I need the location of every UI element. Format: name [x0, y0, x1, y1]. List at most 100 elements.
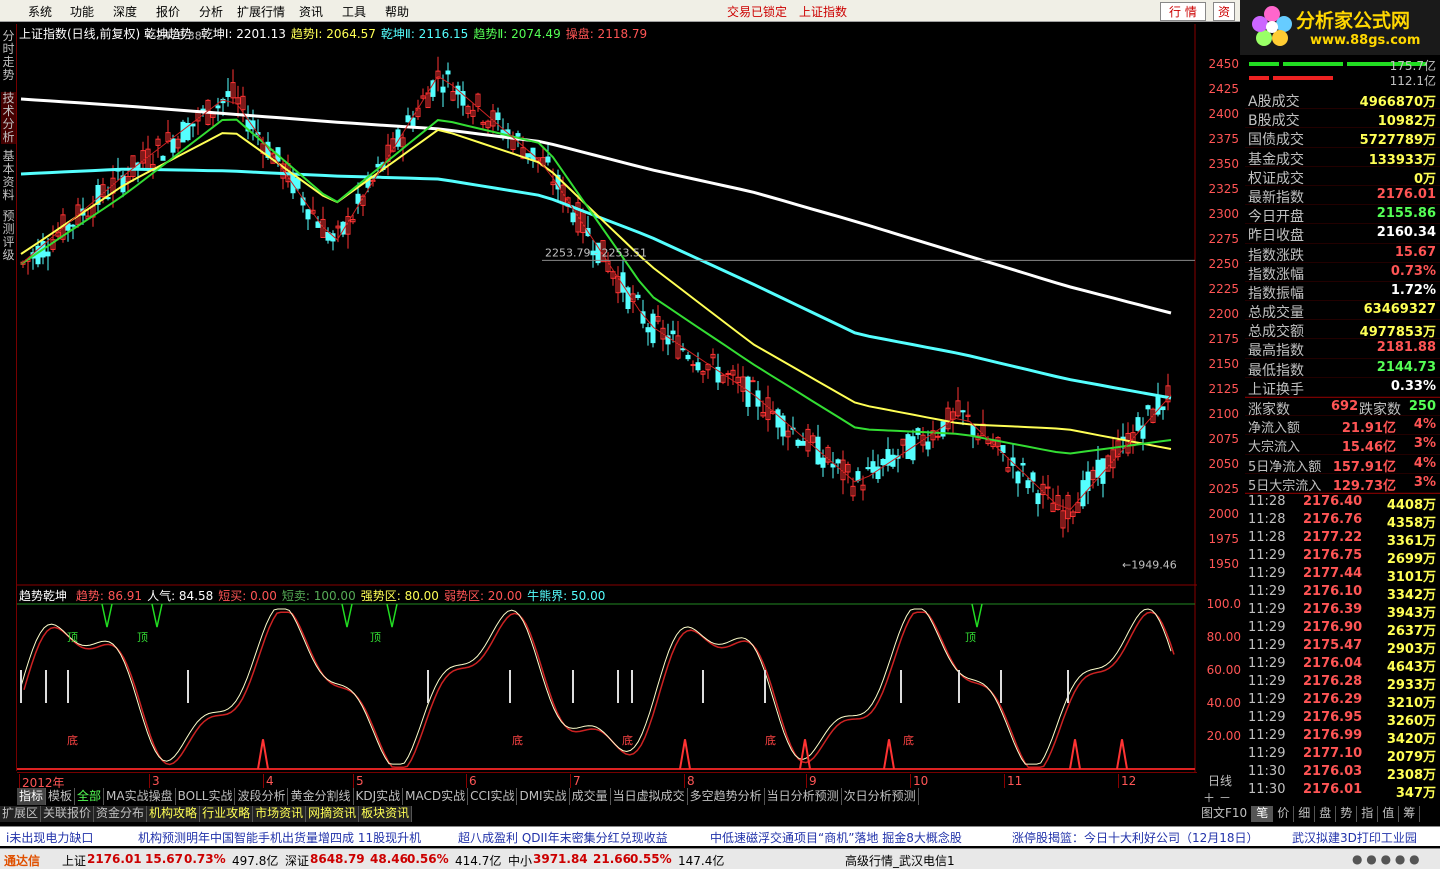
extended-tab[interactable]: 网摘资讯 [306, 806, 360, 822]
menu-quote[interactable]: 报价 [156, 3, 180, 20]
stat-row: 最高指数 2181.88 [1245, 339, 1440, 359]
zoom-in-icon[interactable]: ＋ [1203, 791, 1215, 805]
stat-value: 2176.01 [1376, 186, 1436, 202]
right-tab[interactable]: 势 [1336, 806, 1358, 822]
right-tab[interactable]: 指 [1357, 806, 1379, 822]
menu-extended[interactable]: 扩展行情 [237, 3, 285, 20]
menu-analysis[interactable]: 分析 [199, 3, 223, 20]
tick-time: 11:30 [1248, 781, 1286, 797]
indicator-tabs: 指标 模板 全部 MA实战操盘 BOLL实战 波段分析 黄金分割线 KDJ实战 MACD实战 CC… [17, 788, 1197, 806]
short-sell-bar [900, 670, 902, 703]
indicator-chart[interactable]: 顶 顶 顶 顶底 底 底 底 底 [17, 584, 1197, 772]
quote-button[interactable]: 行 情 [1160, 2, 1206, 21]
news-item[interactable]: i未出现电力缺口 [6, 829, 93, 846]
extended-tab[interactable]: 市场资讯 [253, 806, 307, 822]
indicator-tab[interactable]: MACD实战 [403, 788, 469, 805]
indicator-tab[interactable]: 次日分析预测 [842, 788, 919, 805]
indicator-tab[interactable]: 成交量 [570, 788, 611, 805]
candle-body [1160, 406, 1166, 411]
stat-row: 指数振幅 1.72% [1245, 282, 1440, 302]
menu-help[interactable]: 帮助 [385, 3, 409, 20]
candle-body [870, 461, 876, 473]
candlestick-chart[interactable]: 2253.79 - 2253.51←2478.38←1949.46 [17, 24, 1197, 584]
menu-tools[interactable]: 工具 [342, 3, 366, 20]
period-label[interactable]: 日线 [1200, 772, 1240, 788]
news-ticker: i未出现电力缺口 机构预测明年中国智能手机出货量增四成 11股现升机 超八成盈利… [0, 826, 1440, 846]
extended-tab[interactable]: 关联报价 [41, 806, 95, 822]
stat-row: 上证换手 0.33% [1245, 378, 1440, 398]
tick-time: 11:29 [1248, 547, 1286, 563]
vtab-forecast[interactable]: 预测评级 [1, 210, 16, 262]
candle-body [515, 133, 521, 137]
menu-system[interactable]: 系统 [28, 3, 52, 20]
vtab-technical[interactable]: 技术分析 [1, 92, 16, 144]
price-tick: 2100 [1208, 407, 1239, 421]
stat-value: 0.73% [1390, 263, 1436, 279]
right-tab[interactable]: 价 [1273, 806, 1295, 822]
indicator-tab[interactable]: DMI实战 [517, 788, 570, 805]
indicator-tab[interactable]: 当日分析预测 [765, 788, 842, 805]
candle-body [750, 380, 756, 383]
news-item[interactable]: 超八成盈利 QDII年末密集分红兑现收益 [458, 829, 668, 846]
indicator-tab[interactable]: 指标 [17, 788, 47, 805]
ma-line-2 [20, 128, 1172, 450]
news-item[interactable]: 涨停股揭篮：今日十大利好公司（12月18日） [1012, 829, 1259, 846]
short-sell-bar [509, 670, 511, 703]
zoom-controls: ＋－□ [1197, 789, 1245, 820]
status-icons[interactable]: ● ● ● ● ● [1352, 852, 1420, 866]
chart-legend-0: 乾坤Ⅰ: 2201.13 [200, 27, 286, 41]
news-item[interactable]: 武汉拟建3D打印工业园 [1292, 829, 1417, 846]
news-item[interactable]: 机构预测明年中国智能手机出货量增四成 11股现升机 [138, 829, 421, 846]
right-tab[interactable]: 筹 [1399, 806, 1421, 822]
price-tick: 2425 [1208, 82, 1239, 96]
info-button[interactable]: 资 [1213, 2, 1236, 21]
menu-function[interactable]: 功能 [70, 3, 94, 20]
indicator-tab[interactable]: 多空趋势分析 [688, 788, 765, 805]
vtab-timeshare[interactable]: 分时走势 [1, 30, 16, 82]
zoom-out-icon[interactable]: － [1219, 791, 1231, 805]
extended-tab[interactable]: 板块资讯 [359, 806, 413, 822]
right-tab[interactable]: 细 [1294, 806, 1316, 822]
indicator-tab[interactable]: 黄金分割线 [288, 788, 354, 805]
menu-depth[interactable]: 深度 [113, 3, 137, 20]
bar-bottom-value: 112.1亿 [1389, 74, 1436, 88]
extended-tab[interactable]: 行业攻略 [200, 806, 254, 822]
vtab-fundamental[interactable]: 基本资料 [1, 150, 16, 202]
indicator-tab[interactable]: KDJ实战 [354, 788, 404, 805]
stat-value: 0.33% [1390, 378, 1436, 394]
stat-row: 今日开盘 2155.86 [1245, 205, 1440, 225]
tick-volume: 3260万 [1386, 713, 1436, 729]
extended-tab[interactable]: 扩展区 [0, 806, 42, 822]
right-tab[interactable]: 笔 [1252, 806, 1274, 822]
right-tab[interactable]: 值 [1378, 806, 1400, 822]
news-item[interactable]: 中低速磁浮交通项目“商机”落地 掘金8大概念股 [710, 829, 962, 846]
tick-time: 11:28 [1248, 529, 1286, 545]
date-tick: 7 [570, 774, 581, 788]
tick-price: 2176.90 [1303, 619, 1363, 635]
indicator-tab[interactable]: 波段分析 [235, 788, 289, 805]
trade-locked[interactable]: 交易已锁定 [727, 3, 787, 20]
right-tab[interactable]: 图文F10 [1197, 806, 1253, 822]
stat-label: 总成交量 [1248, 305, 1304, 322]
indicator-tab[interactable]: MA实战操盘 [104, 788, 176, 805]
indicator-tab[interactable]: 全部 [75, 788, 105, 805]
indicator-name[interactable]: 趋势乾坤 [19, 589, 67, 603]
indicator-tab[interactable]: 模板 [46, 788, 76, 805]
chart-legend-2: 乾坤Ⅱ: 2116.15 [380, 27, 469, 41]
indicator-tab[interactable]: BOLL实战 [176, 788, 236, 805]
sz-index: 8648.79 [310, 852, 365, 866]
sh-index: 2176.01 [87, 852, 142, 866]
menu-info[interactable]: 资讯 [299, 3, 323, 20]
chart-indicator-name[interactable]: 乾坤趋势 [144, 27, 192, 41]
extended-tab[interactable]: 机构攻略 [147, 806, 201, 822]
flower-logo-icon [1252, 6, 1292, 46]
right-tab[interactable]: 盘 [1315, 806, 1337, 822]
stat-label: 上证换手 [1248, 381, 1304, 398]
candle-body [820, 457, 826, 468]
bottom-signal [799, 739, 811, 770]
indicator-tab[interactable]: CCI实战 [468, 788, 518, 805]
indicator-tab[interactable]: 当日虚拟成交 [611, 788, 688, 805]
top-signal [386, 603, 398, 628]
extended-tab[interactable]: 资金分布 [94, 806, 148, 822]
candle-body [725, 372, 731, 375]
